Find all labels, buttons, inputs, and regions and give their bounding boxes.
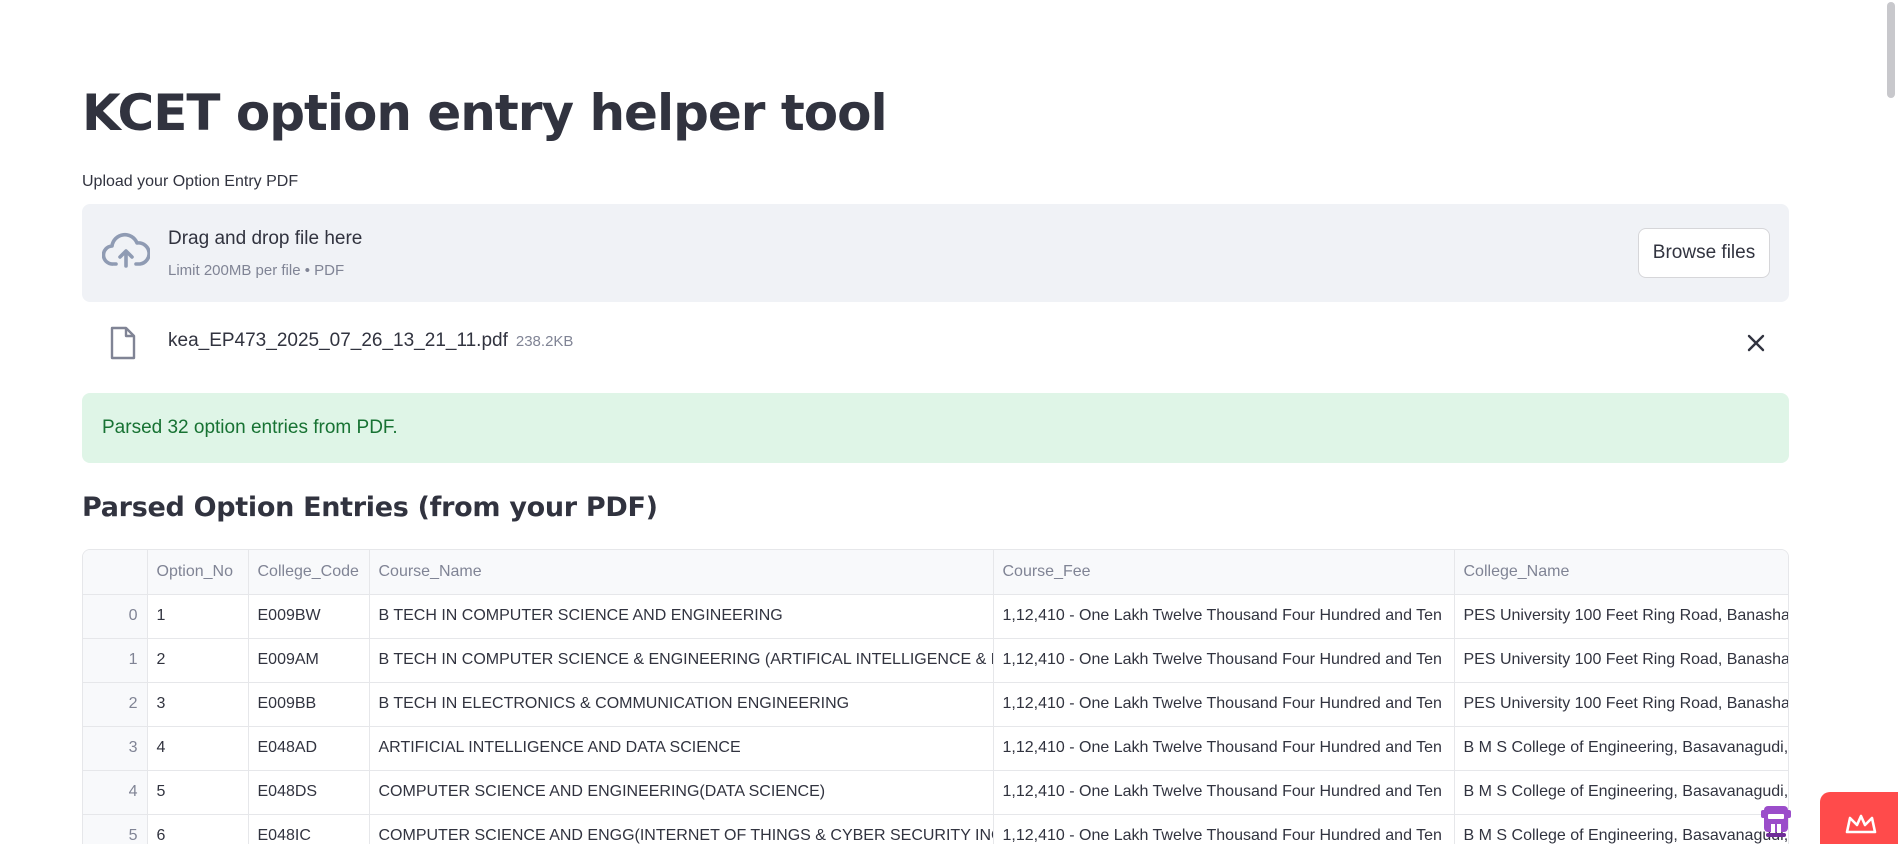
- cell-course-fee[interactable]: 1,12,410 - One Lakh Twelve Thousand Four…: [993, 814, 1455, 844]
- cell-course-fee[interactable]: 1,12,410 - One Lakh Twelve Thousand Four…: [993, 770, 1455, 815]
- cell-course-name[interactable]: ARTIFICIAL INTELLIGENCE AND DATA SCIENCE: [369, 726, 994, 771]
- row-index: 4: [83, 770, 148, 815]
- column-header-course-fee[interactable]: Course_Fee: [993, 550, 1455, 595]
- cloud-upload-icon: [102, 232, 150, 268]
- cell-option-no[interactable]: 1: [147, 594, 249, 639]
- cell-college-code[interactable]: E048IC: [248, 814, 370, 844]
- table-row: 0 1 E009BW B TECH IN COMPUTER SCIENCE AN…: [83, 594, 1788, 639]
- cell-college-code[interactable]: E009BW: [248, 594, 370, 639]
- column-header-index[interactable]: [83, 550, 148, 595]
- cell-college-name[interactable]: PES University 100 Feet Ring Road, Banas…: [1454, 594, 1788, 639]
- row-index: 0: [83, 594, 148, 639]
- cell-course-fee[interactable]: 1,12,410 - One Lakh Twelve Thousand Four…: [993, 682, 1455, 727]
- cell-course-name[interactable]: COMPUTER SCIENCE AND ENGG(INTERNET OF TH…: [369, 814, 994, 844]
- cell-college-code[interactable]: E048DS: [248, 770, 370, 815]
- row-index: 2: [83, 682, 148, 727]
- cell-college-name[interactable]: B M S College of Engineering, Basavanagu…: [1454, 770, 1788, 815]
- table-row: 2 3 E009BB B TECH IN ELECTRONICS & COMMU…: [83, 682, 1788, 727]
- cell-course-name[interactable]: B TECH IN ELECTRONICS & COMMUNICATION EN…: [369, 682, 994, 727]
- cell-option-no[interactable]: 6: [147, 814, 249, 844]
- cell-course-fee[interactable]: 1,12,410 - One Lakh Twelve Thousand Four…: [993, 594, 1455, 639]
- cell-course-fee[interactable]: 1,12,410 - One Lakh Twelve Thousand Four…: [993, 726, 1455, 771]
- dropzone-subtitle: Limit 200MB per file • PDF: [168, 262, 345, 279]
- table-row: 3 4 E048AD ARTIFICIAL INTELLIGENCE AND D…: [83, 726, 1788, 771]
- cell-college-code[interactable]: E009AM: [248, 638, 370, 683]
- column-header-option-no[interactable]: Option_No: [147, 550, 249, 595]
- cell-option-no[interactable]: 5: [147, 770, 249, 815]
- cell-college-name[interactable]: PES University 100 Feet Ring Road, Banas…: [1454, 638, 1788, 683]
- deploy-badge[interactable]: [1820, 792, 1898, 844]
- uploaded-file-size: 238.2KB: [515, 333, 574, 350]
- page-scrollbar[interactable]: [1884, 0, 1898, 844]
- browse-files-button[interactable]: Browse files: [1638, 228, 1770, 278]
- cell-option-no[interactable]: 3: [147, 682, 249, 727]
- column-header-college-name[interactable]: College_Name: [1454, 550, 1788, 595]
- table-row: 5 6 E048IC COMPUTER SCIENCE AND ENGG(INT…: [83, 814, 1788, 844]
- file-icon: [110, 326, 136, 360]
- cell-college-name[interactable]: B M S College of Engineering, Basavanagu…: [1454, 726, 1788, 771]
- row-index: 5: [83, 814, 148, 844]
- scrollbar-thumb[interactable]: [1887, 2, 1895, 98]
- file-dropzone[interactable]: Drag and drop file here Limit 200MB per …: [82, 204, 1789, 302]
- dropzone-title: Drag and drop file here: [168, 228, 363, 249]
- column-header-course-name[interactable]: Course_Name: [369, 550, 994, 595]
- remove-file-icon[interactable]: [1745, 332, 1767, 354]
- cell-option-no[interactable]: 4: [147, 726, 249, 771]
- table-section-title: Parsed Option Entries (from your PDF): [82, 492, 658, 523]
- uploaded-file-name: kea_EP473_2025_07_26_13_21_11.pdf 238.2KB: [168, 330, 573, 352]
- cell-option-no[interactable]: 2: [147, 638, 249, 683]
- crown-icon: [1845, 814, 1877, 834]
- cell-course-name[interactable]: COMPUTER SCIENCE AND ENGINEERING(DATA SC…: [369, 770, 994, 815]
- cell-college-code[interactable]: E009BB: [248, 682, 370, 727]
- data-table[interactable]: Option_No College_Code Course_Name Cours…: [82, 549, 1789, 844]
- column-header-college-code[interactable]: College_Code: [248, 550, 370, 595]
- row-index: 1: [83, 638, 148, 683]
- table-header-row: Option_No College_Code Course_Name Cours…: [83, 550, 1788, 595]
- success-message: Parsed 32 option entries from PDF.: [102, 417, 398, 438]
- cell-college-code[interactable]: E048AD: [248, 726, 370, 771]
- cell-college-name[interactable]: PES University 100 Feet Ring Road, Banas…: [1454, 682, 1788, 727]
- success-alert: Parsed 32 option entries from PDF.: [82, 393, 1789, 463]
- page-title: KCET option entry helper tool: [82, 84, 888, 142]
- row-index: 3: [83, 726, 148, 771]
- mascot-icon[interactable]: [1757, 800, 1795, 840]
- file-name-text: kea_EP473_2025_07_26_13_21_11.pdf: [168, 330, 508, 351]
- table-row: 1 2 E009AM B TECH IN COMPUTER SCIENCE & …: [83, 638, 1788, 683]
- cell-course-name[interactable]: B TECH IN COMPUTER SCIENCE & ENGINEERING…: [369, 638, 994, 683]
- uploaded-file-row: kea_EP473_2025_07_26_13_21_11.pdf 238.2KB: [82, 318, 1789, 368]
- table-row: 4 5 E048DS COMPUTER SCIENCE AND ENGINEER…: [83, 770, 1788, 815]
- cell-course-name[interactable]: B TECH IN COMPUTER SCIENCE AND ENGINEERI…: [369, 594, 994, 639]
- cell-college-name[interactable]: B M S College of Engineering, Basavanagu…: [1454, 814, 1788, 844]
- cell-course-fee[interactable]: 1,12,410 - One Lakh Twelve Thousand Four…: [993, 638, 1455, 683]
- upload-label: Upload your Option Entry PDF: [82, 173, 299, 190]
